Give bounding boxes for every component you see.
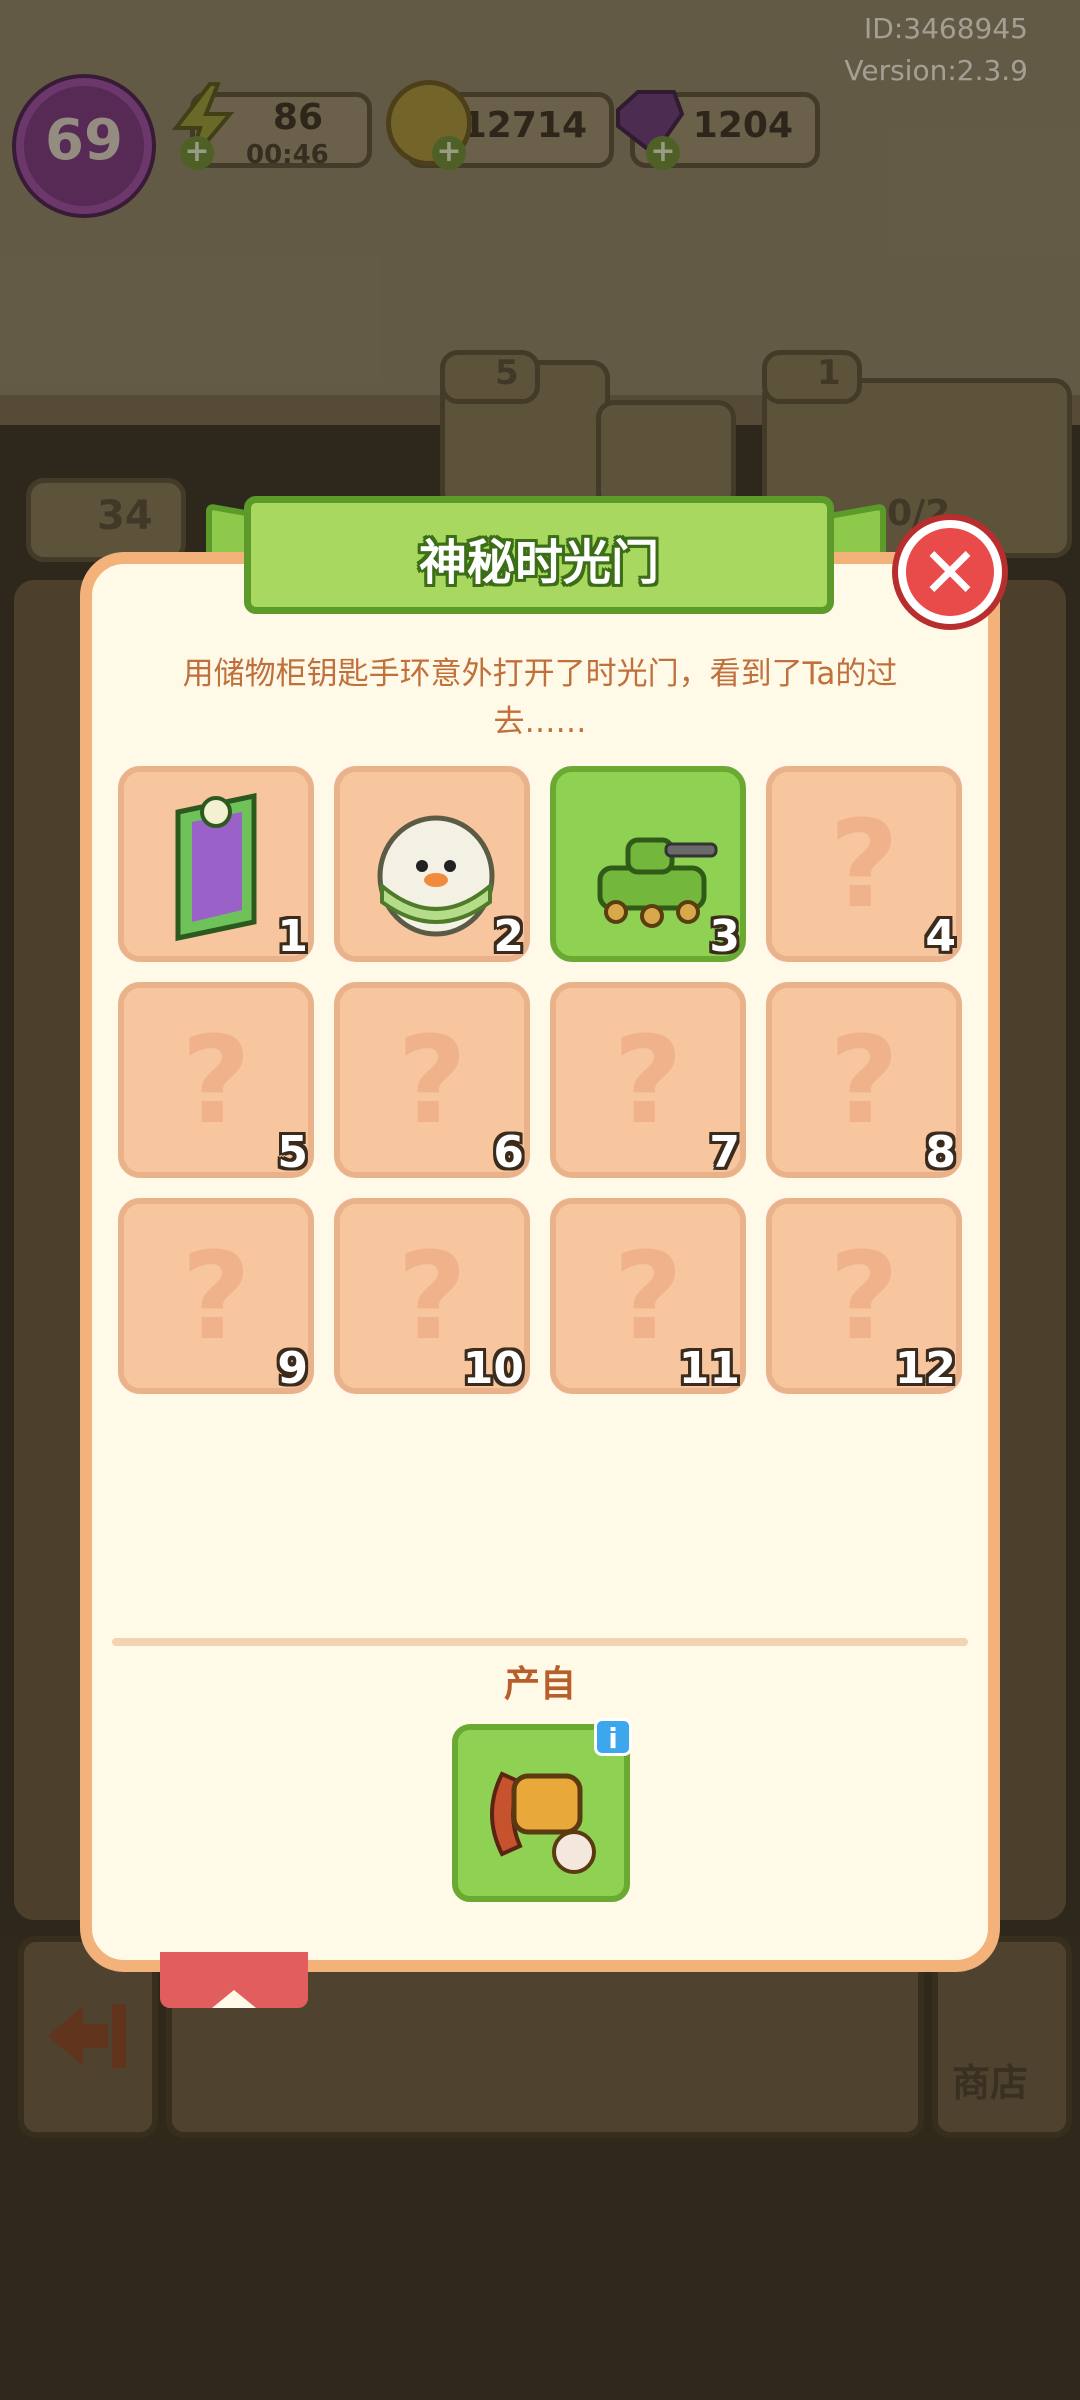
slot-number: 4 [925,911,956,962]
close-icon: ✕ [920,532,980,614]
info-icon[interactable]: i [594,1718,632,1756]
locker-key-bracelet-icon [490,1771,596,1874]
dialog-description: 用储物柜钥匙手环意外打开了时光门，看到了Ta的过去…… [182,656,898,740]
collection-slot-2[interactable]: 2 [334,766,530,962]
slot-number: 5 [277,1127,308,1178]
slot-number: 1 [277,911,308,962]
slot-number: 8 [925,1127,956,1178]
collection-slot-3[interactable]: 3 [550,766,746,962]
collection-slot-12[interactable]: ? 12 [766,1198,962,1394]
slot-number: 6 [493,1127,524,1178]
collection-slot-10[interactable]: ? 10 [334,1198,530,1394]
source-label: 产自 [503,1664,576,1705]
section-divider [112,1638,968,1646]
collection-slot-9[interactable]: ? 9 [118,1198,314,1394]
slot-number: 10 [462,1343,524,1394]
collection-slot-7[interactable]: ? 7 [550,982,746,1178]
collection-slot-4[interactable]: ? 4 [766,766,962,962]
slot-number: 11 [678,1343,740,1394]
slot-number: 2 [493,911,524,962]
slot-number: 9 [277,1343,308,1394]
close-button[interactable]: ✕ [898,520,1002,624]
collection-slot-1[interactable]: 1 [118,766,314,962]
collection-slot-6[interactable]: ? 6 [334,982,530,1178]
title-ribbon: 神秘时光门 [244,496,834,614]
slot-number: 3 [709,911,740,962]
dialog-title: 神秘时光门 [418,535,659,591]
collection-slot-5[interactable]: ? 5 [118,982,314,1178]
collection-slot-8[interactable]: ? 8 [766,982,962,1178]
bookmark-tab [160,1952,308,2008]
slot-number: 12 [894,1343,956,1394]
collection-slot-11[interactable]: ? 11 [550,1198,746,1394]
slot-number: 7 [709,1127,740,1178]
